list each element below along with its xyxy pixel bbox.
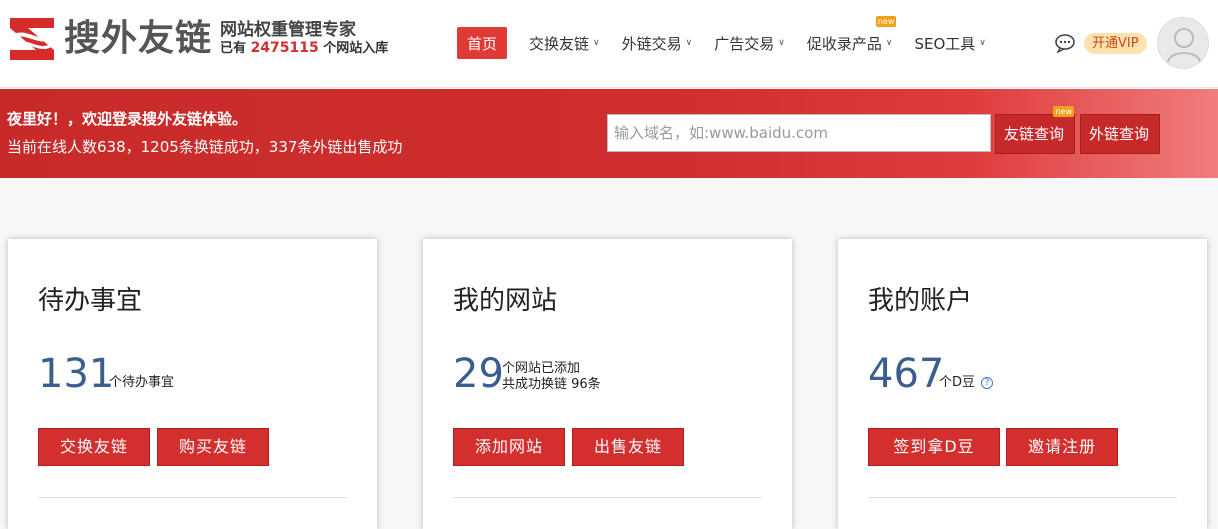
sites-added-note: 个网站已添加	[502, 361, 581, 376]
todo-count-note: 个待办事宜	[109, 375, 175, 390]
help-icon[interactable]: ?	[981, 376, 994, 389]
main-nav: 首页 交换友链 ∨ 外链交易 ∨ 广告交易 ∨ 促收录产品 ∨ new SEO工具 ∨	[457, 16, 1008, 59]
invite-register-button[interactable]: 邀请注册	[1006, 428, 1118, 466]
logo-name: 搜外友链	[64, 18, 213, 59]
card-title: 待办事宜	[38, 286, 143, 316]
exchange-links-button[interactable]: 交换友链	[38, 428, 150, 466]
todo-card: 待办事宜 131 个待办事宜 交换友链 购买友链	[8, 239, 377, 529]
divider	[868, 497, 1177, 498]
nav-label: 广告交易	[714, 34, 775, 53]
online-stats: 当前在线人数638，1205条换链成功，337条外链出售成功	[7, 138, 403, 156]
top-header: 搜外友链 网站权重管理专家 已有 2475115 个网站入库 首页 交换友链 ∨ …	[0, 0, 1218, 88]
checkin-button[interactable]: 签到拿D豆	[868, 428, 1000, 466]
site-count-line: 已有 2475115 个网站入库	[220, 39, 388, 58]
exchange-success-note: 共成功换链 96条	[502, 377, 601, 392]
todo-count: 131	[38, 351, 115, 397]
new-badge: new	[1053, 106, 1074, 117]
domain-search-input[interactable]	[607, 114, 991, 152]
my-sites-card: 我的网站 29 个网站已添加 共成功换链 96条 添加网站 出售友链	[423, 239, 792, 529]
sites-count-note: 个网站已添加 共成功换链 96条	[502, 361, 601, 393]
nav-label: 首页	[467, 34, 498, 53]
nav-label: 交换友链	[529, 34, 590, 53]
sites-count: 29	[453, 351, 504, 397]
divider	[38, 497, 347, 498]
outlink-query-button[interactable]: 外链查询	[1080, 114, 1160, 154]
divider	[453, 497, 762, 498]
chevron-down-icon: ∨	[885, 38, 893, 48]
chevron-down-icon: ∨	[778, 38, 785, 48]
card-title: 我的网站	[453, 286, 558, 316]
user-avatar-icon[interactable]	[1157, 17, 1209, 69]
logo-subtitle: 网站权重管理专家 已有 2475115 个网站入库	[220, 21, 388, 58]
greeting-text: 夜里好！，欢迎登录搜外友链体验。	[7, 110, 248, 128]
dbean-note: 个D豆?	[939, 375, 994, 391]
add-site-button[interactable]: 添加网站	[453, 428, 565, 466]
nav-exchange-links[interactable]: 交换友链 ∨	[529, 27, 600, 59]
logo-mark-icon	[8, 14, 56, 64]
nav-label: SEO工具	[914, 34, 976, 53]
chevron-down-icon: ∨	[593, 38, 600, 48]
nav-outlink-trade[interactable]: 外链交易 ∨	[622, 27, 693, 59]
nav-index-products[interactable]: 促收录产品 ∨ new	[806, 16, 897, 59]
site-logo[interactable]: 搜外友链 网站权重管理专家 已有 2475115 个网站入库	[8, 14, 388, 64]
welcome-banner: 夜里好！，欢迎登录搜外友链体验。 当前在线人数638，1205条换链成功，337…	[0, 89, 1218, 178]
chat-bubble-icon[interactable]	[1054, 33, 1076, 54]
count-suffix: 个网站入库	[323, 40, 389, 56]
friend-link-query-button[interactable]: 友链查询 new	[995, 106, 1075, 154]
dbean-unit: 个D豆	[939, 375, 976, 390]
nav-seo-tools[interactable]: SEO工具 ∨	[914, 27, 985, 59]
nav-label: 外链交易	[621, 34, 682, 53]
site-count-number: 2475115	[250, 39, 319, 56]
chevron-down-icon: ∨	[979, 38, 986, 48]
dbean-balance: 467	[868, 351, 945, 397]
card-title: 我的账户	[868, 286, 973, 316]
count-prefix: 已有	[220, 40, 247, 56]
nav-home[interactable]: 首页	[457, 27, 508, 59]
new-badge: new	[875, 16, 897, 27]
logo-slogan: 网站权重管理专家	[220, 19, 357, 40]
sell-links-button[interactable]: 出售友链	[572, 428, 684, 466]
button-label: 友链查询	[1004, 125, 1065, 143]
buy-links-button[interactable]: 购买友链	[157, 428, 269, 466]
nav-label: 促收录产品	[806, 34, 882, 53]
open-vip-button[interactable]: 开通VIP	[1084, 33, 1147, 54]
nav-ad-trade[interactable]: 广告交易 ∨	[714, 27, 785, 59]
my-account-card: 我的账户 467 个D豆? 签到拿D豆 邀请注册	[838, 239, 1207, 529]
chevron-down-icon: ∨	[685, 38, 693, 48]
